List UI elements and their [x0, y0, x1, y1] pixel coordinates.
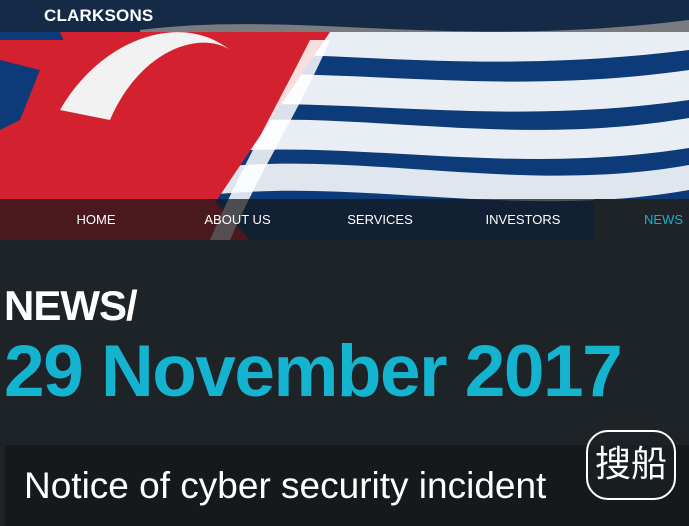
- news-date: 29 November 2017: [4, 331, 623, 412]
- headline: Notice of cyber security incident: [24, 465, 547, 506]
- main-nav: HOME ABOUT US SERVICES INVESTORS NEWS: [0, 199, 689, 240]
- hero-banner: CLARKSONS HOME ABOUT US SERVICES INVESTO…: [0, 0, 689, 240]
- nav-home[interactable]: HOME: [55, 199, 137, 240]
- section-title: NEWS/: [4, 282, 138, 329]
- nav-news[interactable]: NEWS: [594, 199, 689, 240]
- watermark-logo: 搜船: [586, 430, 676, 500]
- nav-about-us[interactable]: ABOUT US: [190, 199, 285, 240]
- nav-services[interactable]: SERVICES: [335, 199, 425, 240]
- nav-investors[interactable]: INVESTORS: [474, 199, 572, 240]
- brand-logo[interactable]: CLARKSONS: [44, 6, 153, 26]
